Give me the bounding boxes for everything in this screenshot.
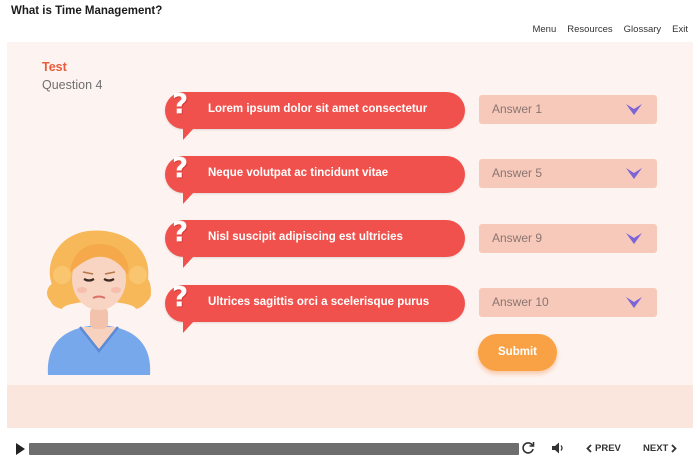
dropdown-value: Answer 10 (492, 295, 549, 309)
answer-dropdown-3[interactable]: Answer 9 (479, 224, 657, 253)
prompt-text: Nisl suscipit adipiscing est ultricies (208, 231, 403, 243)
glossary-link[interactable]: Glossary (624, 24, 661, 35)
prompt-bubble-1: ? Lorem ipsum dolor sit amet consectetur (165, 87, 465, 140)
replay-icon[interactable] (521, 441, 535, 455)
player-bar: PREV NEXT (0, 434, 700, 464)
prompt-text: Lorem ipsum dolor sit amet consectetur (208, 103, 428, 115)
exit-link[interactable]: Exit (672, 24, 688, 35)
resources-link[interactable]: Resources (567, 24, 612, 35)
chevron-down-icon (626, 297, 642, 308)
question-number: Question 4 (42, 78, 103, 92)
next-label: NEXT (643, 443, 669, 454)
chevron-left-icon (586, 444, 592, 453)
dropdown-value: Answer 5 (492, 166, 543, 180)
question-mark-icon: ? (172, 280, 189, 313)
next-button[interactable]: NEXT (643, 443, 678, 454)
prev-label: PREV (595, 443, 621, 454)
answer-dropdown-2[interactable]: Answer 5 (479, 159, 657, 188)
answer-dropdown-4[interactable]: Answer 10 (479, 288, 657, 317)
question-mark-icon: ? (172, 87, 189, 120)
prompt-text: Neque volutpat ac tincidunt vitae (208, 167, 389, 179)
prompt-bubble-3: ? Nisl suscipit adipiscing est ultricies (165, 215, 465, 268)
dropdown-value: Answer 1 (492, 102, 543, 116)
menu-link[interactable]: Menu (532, 24, 556, 35)
volume-icon[interactable] (551, 442, 564, 454)
question-mark-icon: ? (172, 151, 189, 184)
question-mark-icon: ? (172, 215, 189, 248)
prompt-bubble-4: ? Ultrices sagittis orci a scelerisque p… (165, 280, 465, 333)
play-icon[interactable] (15, 443, 25, 455)
chevron-down-icon (626, 168, 642, 179)
footer-band (7, 385, 693, 428)
prompt-text: Ultrices sagittis orci a scelerisque pur… (208, 296, 430, 308)
chevron-down-icon (626, 233, 642, 244)
prompt-bubble-2: ? Neque volutpat ac tincidunt vitae (165, 151, 465, 204)
course-title: What is Time Management? (11, 5, 163, 17)
chevron-right-icon (671, 444, 678, 453)
answer-dropdown-1[interactable]: Answer 1 (479, 95, 657, 124)
chevron-down-icon (626, 104, 642, 115)
prev-button[interactable]: PREV (586, 443, 621, 454)
top-nav: Menu Resources Glossary Exit (532, 24, 688, 35)
progress-bar[interactable] (29, 443, 519, 455)
avatar (47, 230, 151, 375)
dropdown-value: Answer 9 (492, 231, 543, 245)
test-label: Test (42, 60, 67, 74)
submit-button[interactable]: Submit (478, 334, 557, 371)
